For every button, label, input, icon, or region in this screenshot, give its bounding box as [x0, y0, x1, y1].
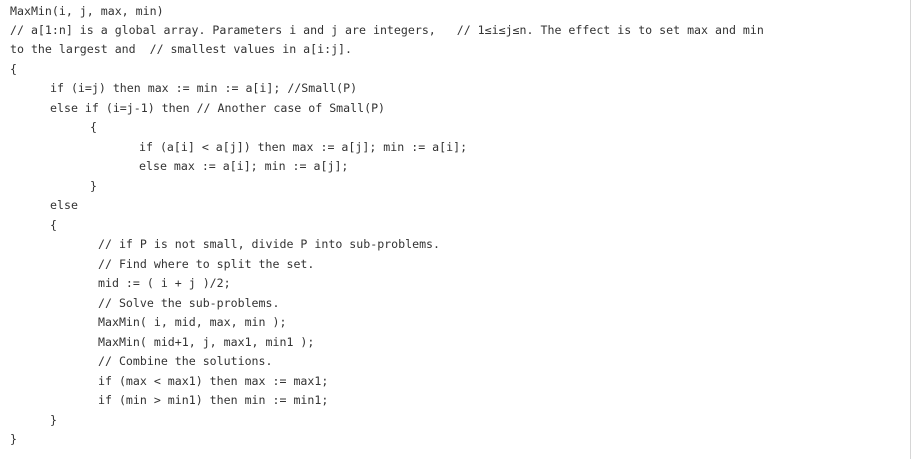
code-panel: MaxMin(i, j, max, min) // a[1:n] is a gl… [0, 0, 911, 459]
code-line-else-close-brace: } [50, 413, 57, 427]
code-line-close-brace: } [10, 432, 17, 446]
code-line-if-min: if (min > min1) then min := min1; [98, 393, 329, 407]
code-line-comment-combine: // Combine the solutions. [98, 354, 273, 368]
code-line-comment-divide: // if P is not small, divide P into sub-… [98, 237, 441, 251]
code-line-comment-split: // Find where to split the set. [98, 257, 315, 271]
code-line-else-if: else if (i=j-1) then // Another case of … [50, 101, 386, 115]
code-line-if-small: if (i=j) then max := min := a[i]; //Smal… [50, 81, 358, 95]
code-line-comment-2: to the largest and // smallest values in… [10, 42, 353, 56]
code-line-comment-1: // a[1:n] is a global array. Parameters … [10, 23, 764, 37]
code-line-else: else [50, 198, 78, 212]
code-line-comment-solve: // Solve the sub-problems. [98, 296, 280, 310]
code-line-inner-close-brace: } [90, 179, 97, 193]
code-line-signature: MaxMin(i, j, max, min) [10, 4, 164, 18]
code-line-else-open-brace: { [50, 218, 57, 232]
code-line-open-brace: { [10, 62, 17, 76]
code-block: MaxMin(i, j, max, min) // a[1:n] is a gl… [0, 0, 911, 459]
code-line-else-assign: else max := a[i]; min := a[j]; [139, 159, 349, 173]
code-line-inner-open-brace: { [90, 120, 97, 134]
code-line-if-compare: if (a[i] < a[j]) then max := a[j]; min :… [139, 140, 468, 154]
code-line-call-right: MaxMin( mid+1, j, max1, min1 ); [98, 335, 315, 349]
code-line-mid: mid := ( i + j )/2; [98, 276, 231, 290]
code-line-call-left: MaxMin( i, mid, max, min ); [98, 315, 287, 329]
code-line-if-max: if (max < max1) then max := max1; [98, 374, 329, 388]
